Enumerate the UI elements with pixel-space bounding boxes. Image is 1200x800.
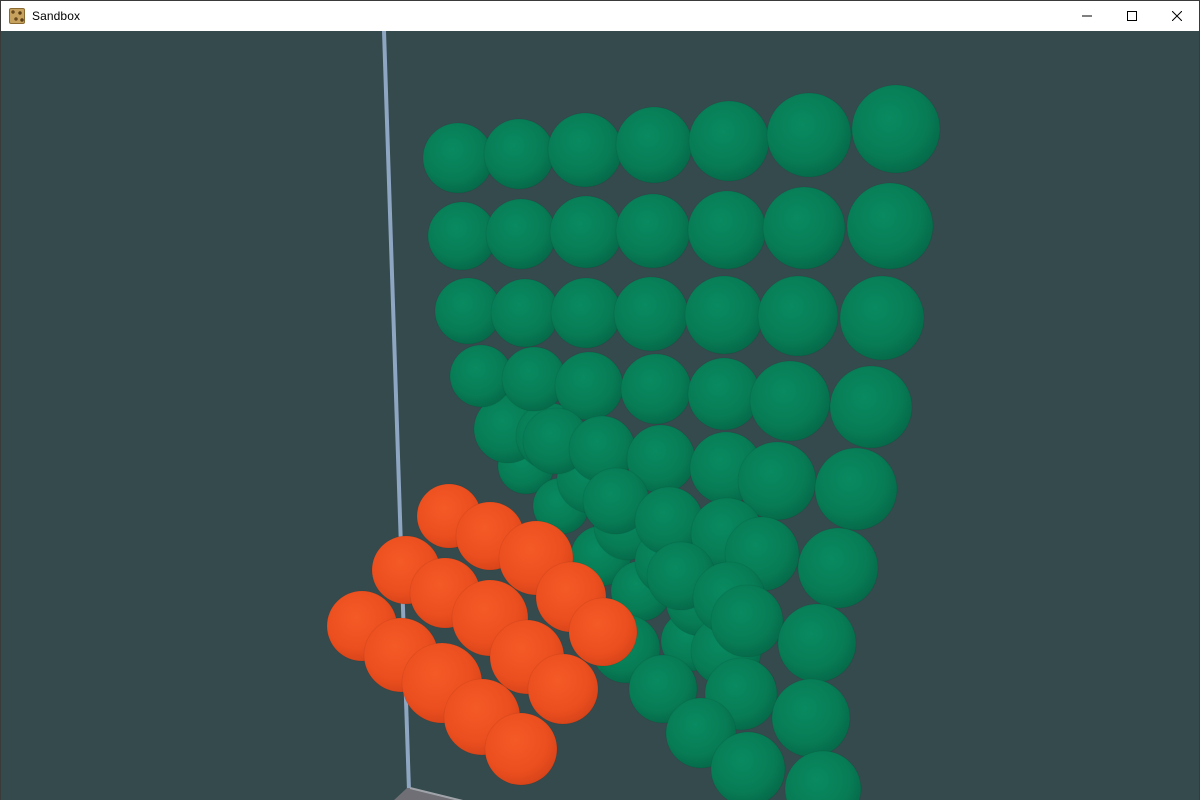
green-sphere xyxy=(757,275,839,357)
minimize-button[interactable] xyxy=(1064,1,1109,31)
maximize-icon xyxy=(1126,11,1137,21)
green-sphere xyxy=(483,118,555,190)
green-sphere xyxy=(490,278,560,348)
green-sphere xyxy=(829,365,913,449)
green-sphere xyxy=(422,122,494,194)
orange-sphere xyxy=(527,653,599,725)
close-icon xyxy=(1171,11,1182,21)
green-sphere xyxy=(613,276,689,352)
maximize-button[interactable] xyxy=(1109,1,1154,31)
green-sphere xyxy=(777,603,857,683)
green-sphere xyxy=(620,353,692,425)
green-sphere xyxy=(814,447,898,531)
app-window: Sandbox xyxy=(0,0,1200,800)
green-sphere xyxy=(615,193,691,269)
app-icon xyxy=(9,8,25,24)
render-viewport[interactable] xyxy=(1,31,1199,800)
orange-sphere xyxy=(568,597,638,667)
window-controls xyxy=(1064,1,1199,31)
scene-canvas xyxy=(326,31,941,800)
green-sphere xyxy=(485,198,557,270)
green-sphere xyxy=(615,106,693,184)
green-sphere xyxy=(549,195,623,269)
green-sphere xyxy=(547,112,623,188)
close-button[interactable] xyxy=(1154,1,1199,31)
green-sphere xyxy=(762,186,846,270)
green-sphere xyxy=(710,731,786,800)
orange-sphere xyxy=(484,712,558,786)
green-sphere xyxy=(766,92,852,178)
window-title: Sandbox xyxy=(32,9,81,23)
green-sphere xyxy=(710,584,784,658)
green-sphere xyxy=(846,182,934,270)
green-sphere xyxy=(688,100,770,182)
green-sphere xyxy=(839,275,925,361)
green-sphere xyxy=(771,678,851,758)
green-sphere xyxy=(684,275,764,355)
green-sphere xyxy=(851,84,941,174)
minimize-icon xyxy=(1081,15,1092,17)
title-bar[interactable]: Sandbox xyxy=(1,1,1199,31)
green-sphere xyxy=(687,190,767,270)
green-sphere xyxy=(550,277,622,349)
green-sphere xyxy=(687,357,761,431)
green-sphere xyxy=(749,360,831,442)
green-sphere xyxy=(784,750,862,800)
green-sphere xyxy=(797,527,879,609)
